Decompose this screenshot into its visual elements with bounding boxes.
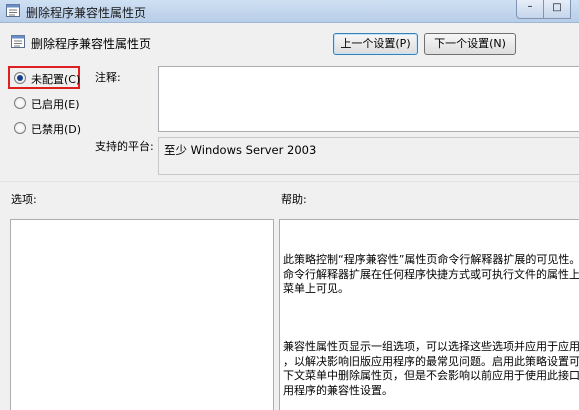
radio-enabled-label[interactable]: 已启用(E) (31, 96, 80, 112)
policy-name: 删除程序兼容性属性页 (31, 37, 152, 51)
radio-enabled[interactable] (14, 97, 26, 109)
help-line: 下文菜单中删除属性页，但是不会影响以前应用于使用此接口的应 (283, 369, 579, 382)
comment-field[interactable] (158, 66, 579, 132)
help-line: 兼容性属性页显示一组选项，可以选择这些选项并应用于应用程序 (283, 340, 579, 353)
help-paragraph-2: 兼容性属性页显示一组选项，可以选择这些选项并应用于应用程序 ，以解决影响旧版应用… (283, 340, 579, 398)
next-setting-button[interactable]: 下一个设置(N) (424, 33, 516, 55)
policy-sheet-icon (11, 35, 25, 48)
options-label: 选项: (11, 193, 37, 206)
platform-value: 至少 Windows Server 2003 (164, 143, 317, 157)
help-line: 命令行解释器扩展在任何程序快捷方式或可执行文件的属性上下文 (283, 267, 579, 281)
title-bar: 删除程序兼容性属性页 – □ (0, 0, 579, 23)
help-line: 菜单上可见。 (283, 282, 349, 295)
radio-disabled-label[interactable]: 已禁用(D) (31, 121, 81, 137)
comment-label: 注释: (95, 71, 121, 84)
help-text: 此策略控制“程序兼容性”属性页命令行解释器扩展的可见性。此 命令行解释器扩展在任… (283, 224, 579, 410)
section-divider (0, 181, 579, 182)
platform-field: 至少 Windows Server 2003 (158, 137, 579, 175)
previous-setting-button[interactable]: 上一个设置(P) (333, 33, 418, 55)
window-title: 删除程序兼容性属性页 (26, 6, 147, 20)
radio-disabled[interactable] (14, 122, 26, 134)
radio-not-configured-label[interactable]: 未配置(C) (31, 71, 80, 87)
minimize-button[interactable]: – (516, 0, 544, 19)
options-pane[interactable] (10, 219, 274, 410)
help-paragraph-1: 此策略控制“程序兼容性”属性页命令行解释器扩展的可见性。此 命令行解释器扩展在任… (283, 253, 579, 297)
platform-label: 支持的平台: (95, 140, 154, 153)
radio-not-configured[interactable] (14, 72, 26, 84)
help-label: 帮助: (281, 193, 307, 206)
help-line: ，以解决影响旧版应用程序的最常见问题。启用此策略设置可从上 (283, 354, 579, 368)
help-pane[interactable]: 此策略控制“程序兼容性”属性页命令行解释器扩展的可见性。此 命令行解释器扩展在任… (279, 219, 579, 410)
policy-sheet-icon (6, 4, 20, 17)
help-line: 此策略控制“程序兼容性”属性页命令行解释器扩展的可见性。此 (283, 253, 579, 266)
help-line: 用程序的兼容性设置。 (283, 383, 393, 397)
maximize-button[interactable]: □ (543, 0, 571, 19)
